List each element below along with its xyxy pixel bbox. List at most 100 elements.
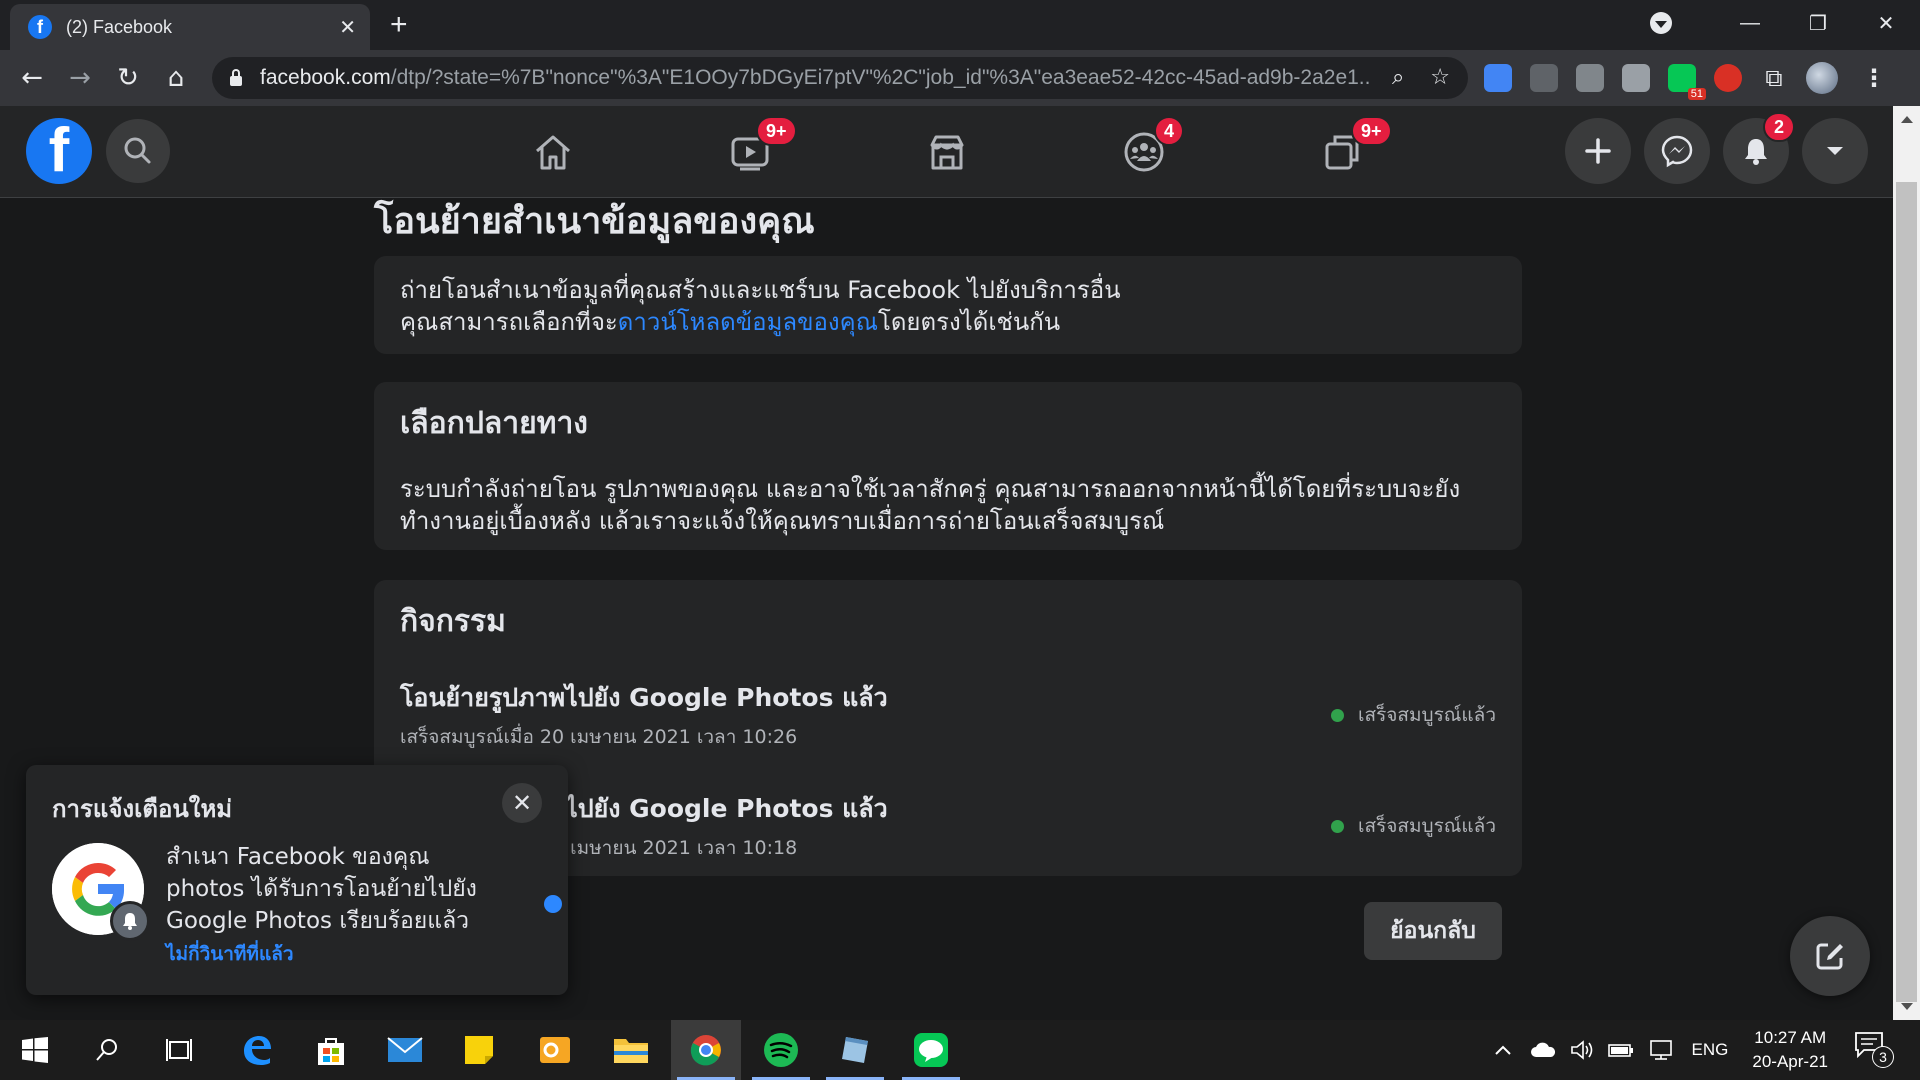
outlook-icon[interactable] (520, 1020, 590, 1080)
chrome-menu-icon[interactable]: ⋮ (1862, 64, 1886, 92)
line-ext-badge: 51 (1687, 88, 1706, 100)
account-menu-button[interactable] (1802, 118, 1868, 184)
gaming-badge: 9+ (1351, 116, 1392, 146)
url-text[interactable]: facebook.com/dtp/?state=%7B"nonce"%3A"E1… (260, 66, 1370, 90)
facebook-header: f 9+ 4 9+ 2 (0, 106, 1893, 198)
google-translate-ext-icon[interactable] (1484, 64, 1512, 92)
nav-groups[interactable]: 4 (1084, 106, 1204, 198)
chrome-taskbar-icon[interactable] (671, 1020, 741, 1080)
sync-ext-icon[interactable] (1714, 64, 1742, 92)
screenshot-ext-icon[interactable] (1622, 64, 1650, 92)
restore-button[interactable]: ❐ (1784, 11, 1852, 36)
puzzle-extensions-icon[interactable]: ⧉ (1760, 64, 1788, 92)
compose-icon (1816, 943, 1843, 970)
notifications-button[interactable]: 2 (1723, 112, 1795, 184)
tab-close-icon[interactable]: ✕ (339, 15, 356, 39)
profile-avatar[interactable] (1806, 62, 1838, 94)
toast-heading: การแจ้งเตือนใหม่ (52, 795, 233, 823)
facebook-favicon-icon: f (28, 15, 52, 39)
clock[interactable]: 10:27 AM 20-Apr-21 (1752, 1026, 1828, 1074)
page-title: โอนย้ายสำเนาข้อมูลของคุณ (374, 201, 815, 242)
sticky-notes-icon[interactable] (444, 1020, 514, 1080)
window-controls: — ❐ ✕ (1650, 0, 1920, 46)
spotify-icon[interactable] (746, 1020, 816, 1080)
browser-toolbar: ← → ↻ ⌂ facebook.com/dtp/?state=%7B"nonc… (0, 50, 1920, 106)
line-app-icon[interactable] (896, 1020, 966, 1080)
nav-watch[interactable]: 9+ (690, 106, 810, 198)
create-button[interactable] (1565, 118, 1631, 184)
zoom-icon[interactable]: ⌕ (1392, 65, 1404, 90)
search-icon (124, 137, 151, 164)
caret-down-icon (1827, 147, 1843, 155)
groups-badge: 4 (1154, 116, 1185, 146)
choose-destination-card: เลือกปลายทาง ระบบกำลังถ่ายโอน รูปภาพของค… (374, 382, 1522, 550)
network-icon[interactable] (1648, 1039, 1674, 1061)
watch-badge: 9+ (756, 116, 797, 146)
windows-start-icon[interactable] (0, 1020, 70, 1080)
close-window-button[interactable]: ✕ (1852, 11, 1920, 36)
nav-gaming[interactable]: 9+ (1281, 106, 1401, 198)
lock-icon[interactable] (230, 69, 242, 86)
notification-bell-icon (110, 901, 150, 941)
nav-home[interactable] (493, 106, 613, 198)
minimize-button[interactable]: — (1716, 12, 1784, 35)
activity-status: เสร็จสมบูรณ์แล้ว (1330, 700, 1496, 730)
intro-line-1: ถ่ายโอนสำเนาข้อมูลที่คุณสร้างและแชร์บน F… (400, 276, 1121, 304)
notepad-app-icon[interactable] (820, 1020, 890, 1080)
back-button[interactable]: ย้อนกลับ (1364, 902, 1502, 960)
messenger-icon (1661, 135, 1693, 168)
back-arrow-icon[interactable]: ← (16, 62, 48, 94)
new-message-button[interactable] (1790, 916, 1870, 996)
unread-dot-icon (544, 895, 562, 913)
show-hidden-icons-icon[interactable] (1494, 1044, 1512, 1056)
search-taskbar-icon[interactable] (72, 1020, 142, 1080)
reload-icon[interactable]: ↻ (112, 62, 144, 94)
action-center-icon[interactable]: 3 (1854, 1030, 1894, 1070)
home-nav-icon (536, 135, 570, 170)
facebook-logo[interactable]: f (26, 118, 92, 184)
destination-body: ระบบกำลังถ่ายโอน รูปภาพของคุณ และอาจใช้เ… (400, 475, 1461, 535)
search-button[interactable] (106, 119, 170, 183)
messenger-button[interactable] (1644, 118, 1710, 184)
toast-close-button[interactable]: ✕ (502, 783, 542, 823)
scroll-down-arrow-icon[interactable] (1901, 1003, 1913, 1010)
status-dot-icon (1330, 708, 1344, 722)
new-tab-button[interactable]: + (390, 8, 408, 42)
microsoft-store-icon[interactable] (296, 1020, 366, 1080)
line-ext-icon[interactable]: 51 (1668, 64, 1706, 100)
tab-search-icon[interactable] (1650, 12, 1672, 34)
marketplace-store-icon (930, 135, 964, 170)
reader-ext-icon[interactable] (1530, 64, 1558, 92)
toast-message: สำเนา Facebook ของคุณ photos ได้รับการโอ… (166, 844, 477, 934)
task-view-icon[interactable] (144, 1020, 214, 1080)
download-your-information-link[interactable]: ดาวน์โหลดข้อมูลของคุณ (618, 308, 878, 336)
bookmark-star-icon[interactable]: ☆ (1430, 65, 1450, 90)
action-center-count: 3 (1872, 1046, 1894, 1068)
battery-icon[interactable] (1607, 1042, 1634, 1058)
forward-arrow-icon[interactable]: → (64, 62, 96, 94)
cast-ext-icon[interactable] (1576, 64, 1604, 92)
mail-icon[interactable] (370, 1020, 440, 1080)
address-bar[interactable]: facebook.com/dtp/?state=%7B"nonce"%3A"E1… (212, 57, 1468, 99)
home-icon[interactable]: ⌂ (160, 62, 192, 94)
intro-card: ถ่ายโอนสำเนาข้อมูลที่คุณสร้างและแชร์บน F… (374, 256, 1522, 354)
browser-tabstrip: f (2) Facebook ✕ + — ❐ ✕ (0, 0, 1920, 50)
file-explorer-icon[interactable] (596, 1020, 666, 1080)
browser-tab[interactable]: f (2) Facebook ✕ (10, 4, 370, 50)
input-language[interactable]: ENG (1692, 1040, 1729, 1060)
tab-title: (2) Facebook (66, 16, 173, 37)
bell-icon (1745, 139, 1767, 165)
volume-icon[interactable] (1570, 1039, 1594, 1061)
page-scrollbar[interactable] (1893, 106, 1920, 1020)
scroll-up-arrow-icon[interactable] (1901, 116, 1913, 123)
onedrive-cloud-icon[interactable] (1530, 1042, 1556, 1058)
new-notification-toast[interactable]: การแจ้งเตือนใหม่ ✕ สำเนา Facebook ของคุณ… (26, 765, 568, 995)
windows-taskbar: ENG 10:27 AM 20-Apr-21 3 (0, 1020, 1920, 1080)
edge-browser-icon[interactable] (222, 1020, 292, 1080)
activity-status: เสร็จสมบูรณ์แล้ว (1330, 811, 1496, 841)
activity-row: โอนย้ายรูปภาพไปยัง Google Photos แล้ว เส… (400, 678, 1496, 752)
activity-heading: กิจกรรม (400, 604, 506, 639)
scrollbar-thumb[interactable] (1896, 182, 1917, 1002)
destination-heading: เลือกปลายทาง (400, 406, 588, 441)
nav-marketplace[interactable] (887, 106, 1007, 198)
